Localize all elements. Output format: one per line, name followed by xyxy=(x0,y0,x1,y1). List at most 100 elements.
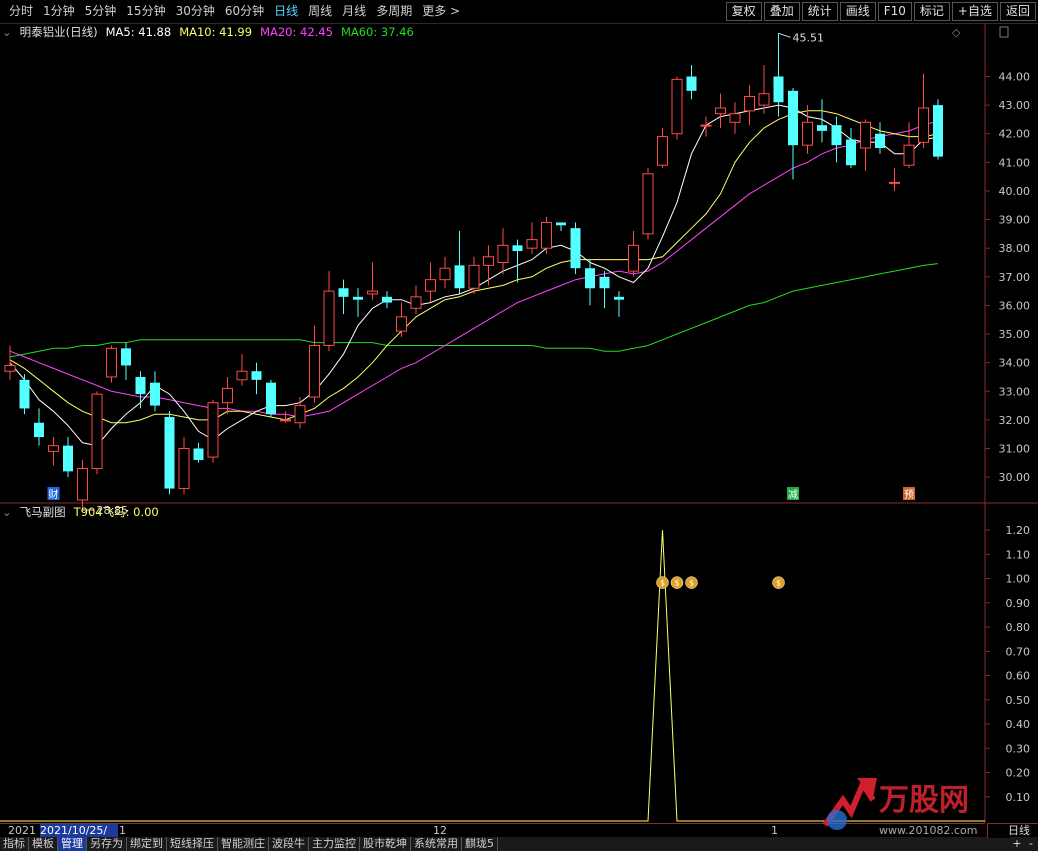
bottom-tab[interactable]: 指标 xyxy=(0,837,29,851)
toolbar-button[interactable]: 标记 xyxy=(913,2,950,21)
candle-body xyxy=(715,107,726,115)
candle-body xyxy=(889,181,900,184)
toolbar-button[interactable]: 叠加 xyxy=(763,2,800,21)
candle-body xyxy=(309,344,320,398)
toolbar-button[interactable]: 复权 xyxy=(725,2,762,21)
stock-title: 明泰铝业(日线) xyxy=(19,25,98,39)
candle-body xyxy=(773,76,784,103)
date-label: 12 xyxy=(433,824,447,837)
money-bag-glyph: $ xyxy=(689,579,694,588)
candle-body xyxy=(338,288,349,297)
bottom-tab[interactable]: 管理 xyxy=(58,837,87,851)
candle-body xyxy=(875,133,885,149)
candle-body xyxy=(323,290,335,346)
candle-body xyxy=(700,124,712,127)
candle-body xyxy=(164,417,175,489)
candle-body xyxy=(556,222,566,226)
candle-body xyxy=(802,121,813,146)
period-tab[interactable]: 分时 xyxy=(4,3,38,20)
event-marker-label: 预 xyxy=(904,489,914,501)
period-tab[interactable]: 月线 xyxy=(337,3,371,20)
bottom-tab[interactable]: 波段牛 xyxy=(269,837,309,851)
bottom-tab[interactable]: 智能测庄 xyxy=(218,837,269,851)
money-bag-glyph: $ xyxy=(674,579,679,588)
bottom-tab[interactable]: 股市乾坤 xyxy=(360,837,411,851)
candle-body xyxy=(91,393,103,470)
candle-body xyxy=(425,279,436,292)
bottom-tab[interactable]: 主力监控 xyxy=(309,837,360,851)
candle-body xyxy=(280,419,291,422)
period-tab[interactable]: 日线 xyxy=(269,3,303,20)
toolbar-button[interactable]: +自选 xyxy=(951,2,998,21)
diamond-icon: ◇ xyxy=(952,26,961,39)
sub-y-tick-label: 1.00 xyxy=(1006,573,1031,586)
candle-body xyxy=(642,173,654,235)
sub-y-tick-label: 0.90 xyxy=(1006,597,1031,610)
bottom-tab[interactable]: 系统常用 xyxy=(411,837,462,851)
bottom-tab[interactable]: 另存为 xyxy=(87,837,127,851)
period-tab[interactable]: 更多 > xyxy=(417,3,465,20)
candle-body xyxy=(599,276,610,289)
y-tick-label: 32.00 xyxy=(999,414,1031,427)
ma20-label: MA20: 42.45 xyxy=(260,25,333,39)
toolbar-button[interactable]: 画线 xyxy=(839,2,876,21)
candle-body xyxy=(222,387,233,404)
period-tab[interactable]: 周线 xyxy=(303,3,337,20)
candle-body xyxy=(483,256,494,266)
bottom-tab[interactable]: 绑定到 xyxy=(127,837,167,851)
candle-body xyxy=(236,370,248,381)
candle-body xyxy=(468,264,480,289)
right-toolbar: 复权 叠加 统计 画线 F10 标记 +自选 返回 xyxy=(724,2,1036,21)
candle-body xyxy=(454,265,465,289)
candle-body xyxy=(918,107,929,143)
candle-body xyxy=(63,445,73,472)
date-label: 1 xyxy=(119,824,126,837)
period-tab[interactable]: 60分钟 xyxy=(220,3,269,20)
y-tick-label: 42.00 xyxy=(999,128,1031,141)
candle-body xyxy=(831,125,842,146)
period-tab[interactable]: 15分钟 xyxy=(121,3,170,20)
candle-body xyxy=(903,144,915,166)
candle-body xyxy=(121,348,131,366)
bottom-tab[interactable]: 短线择压 xyxy=(167,837,218,851)
candle-body xyxy=(686,76,697,91)
candle-body xyxy=(150,382,160,406)
candle-body xyxy=(497,244,509,264)
candle-body xyxy=(570,228,581,269)
y-tick-label: 33.00 xyxy=(999,385,1031,398)
indicator-value: T904飞马: 0.00 xyxy=(73,505,159,519)
y-tick-label: 38.00 xyxy=(999,242,1031,255)
sub-y-tick-label: 0.40 xyxy=(1006,718,1031,731)
bottom-tab[interactable]: 麒珑5 xyxy=(462,837,498,851)
event-marker-label: 财 xyxy=(49,488,59,501)
candle-body xyxy=(860,121,871,149)
candle-body xyxy=(512,245,523,252)
period-tab[interactable]: 多周期 xyxy=(371,3,417,20)
period-tabs: 分时 1分钟 5分钟 15分钟 30分钟 60分钟 日线 周线 月线 多周期 更多 > xyxy=(4,3,465,20)
candle-body xyxy=(382,296,392,303)
toolbar-button[interactable]: 返回 xyxy=(999,2,1036,21)
y-tick-label: 44.00 xyxy=(999,71,1031,84)
zoom-out-button[interactable]: - xyxy=(1024,837,1038,851)
y-tick-label: 37.00 xyxy=(999,271,1031,284)
watermark-logo: 万股网 www.201082.com xyxy=(822,777,977,837)
candle-body xyxy=(933,105,943,157)
period-tab[interactable]: 1分钟 xyxy=(38,3,80,20)
chart-canvas[interactable]: ◇ 44.00 43.00 42.00 41.00 40.00 39.00 38.00 37.0… xyxy=(0,23,1038,823)
collapse-icon[interactable]: ⌄ xyxy=(2,504,12,520)
toolbar-button[interactable]: 统计 xyxy=(801,2,838,21)
period-tab[interactable]: 5分钟 xyxy=(80,3,122,20)
money-bag-glyph: $ xyxy=(776,579,781,588)
candle-body xyxy=(410,296,422,309)
y-tick-label: 30.00 xyxy=(999,471,1031,484)
period-tab[interactable]: 30分钟 xyxy=(171,3,220,20)
candle-body xyxy=(48,445,59,452)
bottom-tab[interactable]: 模板 xyxy=(29,837,58,851)
toolbar-button[interactable]: F10 xyxy=(877,2,912,21)
sub-y-tick-label: 1.10 xyxy=(1006,548,1031,561)
ma5-label: MA5: 41.88 xyxy=(105,25,172,39)
collapse-icon[interactable]: ⌄ xyxy=(2,24,12,40)
sub-y-tick-label: 0.30 xyxy=(1006,742,1031,755)
top-toolbar: 分时 1分钟 5分钟 15分钟 30分钟 60分钟 日线 周线 月线 多周期 更多 > 复权 叠加 统计… xyxy=(0,0,1038,24)
candle-body xyxy=(817,125,827,131)
